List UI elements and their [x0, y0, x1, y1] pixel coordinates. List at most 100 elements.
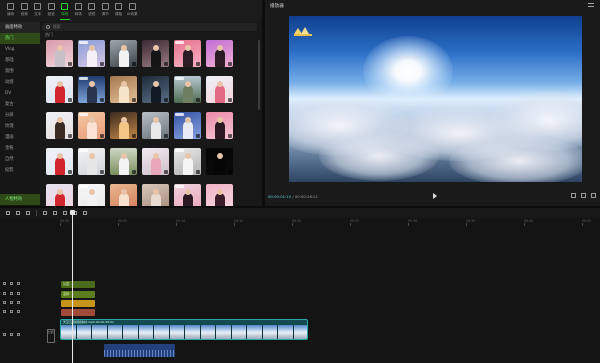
time-ruler[interactable]: 00:00 00:05 00:10 00:15 00:20 00:25 00:30 00:35…	[60, 218, 600, 227]
lock-icon[interactable]	[3, 333, 6, 336]
download-icon[interactable]	[196, 170, 200, 174]
tool-ai[interactable]: AI效果	[126, 0, 140, 22]
effect-tile[interactable]	[110, 40, 137, 67]
audio-clip[interactable]	[104, 344, 175, 357]
adjust-clip[interactable]	[61, 309, 95, 316]
effect-tile[interactable]	[78, 40, 105, 67]
eye-icon[interactable]	[10, 292, 13, 295]
effect-tile[interactable]	[174, 76, 201, 103]
download-icon[interactable]	[100, 170, 104, 174]
mute-icon[interactable]	[17, 301, 20, 304]
download-icon[interactable]	[100, 98, 104, 102]
lock-icon[interactable]	[3, 310, 6, 313]
effect-tile[interactable]	[110, 112, 137, 139]
tool-audio[interactable]: 音频	[18, 0, 32, 22]
download-icon[interactable]	[100, 62, 104, 66]
effect-tile[interactable]	[78, 76, 105, 103]
download-icon[interactable]	[164, 62, 168, 66]
tool-filter[interactable]: 滤镜	[85, 0, 99, 22]
effect-tile[interactable]	[174, 112, 201, 139]
mute-icon[interactable]	[17, 282, 20, 285]
delete-left-icon[interactable]	[53, 211, 57, 215]
category-person-effects[interactable]: 人物特效	[0, 194, 40, 205]
download-icon[interactable]	[228, 134, 232, 138]
download-icon[interactable]	[68, 98, 72, 102]
mute-icon[interactable]	[17, 310, 20, 313]
library-scrollbar[interactable]	[258, 40, 260, 110]
delete-right-icon[interactable]	[63, 211, 67, 215]
tool-adjust[interactable]: 调节	[99, 0, 113, 22]
mute-icon[interactable]	[17, 292, 20, 295]
category-item[interactable]: 纹理	[0, 121, 40, 132]
effect-tile[interactable]	[206, 184, 233, 206]
download-icon[interactable]	[196, 134, 200, 138]
tool-transition[interactable]: 转场	[72, 0, 86, 22]
effect-tile[interactable]	[142, 112, 169, 139]
download-icon[interactable]	[196, 62, 200, 66]
download-icon[interactable]	[164, 98, 168, 102]
download-icon[interactable]	[164, 170, 168, 174]
category-item[interactable]: 分屏	[0, 110, 40, 121]
effect-tile[interactable]	[78, 112, 105, 139]
effect-tile[interactable]	[110, 76, 137, 103]
effect-tile[interactable]	[142, 76, 169, 103]
play-icon[interactable]	[433, 193, 437, 199]
fullscreen-icon[interactable]	[581, 193, 586, 198]
mute-icon[interactable]	[17, 333, 20, 336]
effect-clip[interactable]: 金粉	[61, 291, 95, 298]
download-icon[interactable]	[100, 134, 104, 138]
download-icon[interactable]	[164, 134, 168, 138]
effect-tile[interactable]	[206, 76, 233, 103]
lock-icon[interactable]	[3, 282, 6, 285]
download-icon[interactable]	[132, 170, 136, 174]
effect-tile[interactable]	[206, 40, 233, 67]
filter-clip[interactable]	[61, 300, 95, 307]
effect-tile[interactable]	[142, 40, 169, 67]
select-tool-icon[interactable]	[6, 211, 10, 215]
effect-tile[interactable]	[110, 184, 137, 206]
expand-icon[interactable]	[591, 193, 596, 198]
menu-icon[interactable]	[588, 3, 594, 7]
effect-tile[interactable]	[46, 40, 73, 67]
download-icon[interactable]	[132, 134, 136, 138]
category-item[interactable]: Vlog	[0, 44, 40, 55]
search-bar[interactable]: 搜索	[42, 23, 257, 31]
category-item[interactable]: 金粉	[0, 143, 40, 154]
eye-icon[interactable]	[10, 333, 13, 336]
tool-template[interactable]: 模板	[112, 0, 126, 22]
search-input[interactable]: 搜索	[53, 24, 61, 30]
effect-tile[interactable]	[78, 148, 105, 175]
tool-sticker[interactable]: 贴纸	[45, 0, 59, 22]
eye-icon[interactable]	[10, 310, 13, 313]
effect-tile[interactable]	[46, 184, 73, 206]
category-item[interactable]: 复古	[0, 99, 40, 110]
timeline[interactable]: 00:00 00:05 00:10 00:15 00:20 00:25 00:30 00:35…	[0, 218, 600, 363]
tool-effects[interactable]: 特效	[58, 0, 72, 22]
category-item[interactable]: 氛围	[0, 66, 40, 77]
freeze-icon[interactable]	[83, 211, 87, 215]
tool-media[interactable]: 媒体	[4, 0, 18, 22]
download-icon[interactable]	[68, 170, 72, 174]
effect-tile[interactable]	[174, 40, 201, 67]
eye-icon[interactable]	[10, 301, 13, 304]
ratio-icon[interactable]	[571, 193, 576, 198]
download-icon[interactable]	[228, 98, 232, 102]
effect-clip[interactable]: 氛围	[61, 281, 95, 288]
effect-tile[interactable]	[174, 184, 201, 206]
tool-text[interactable]: 文本	[31, 0, 45, 22]
category-item[interactable]: 热门	[0, 33, 40, 44]
redo-icon[interactable]	[26, 211, 30, 215]
effect-tile[interactable]	[142, 148, 169, 175]
download-icon[interactable]	[68, 62, 72, 66]
category-item[interactable]: 投影	[0, 165, 40, 176]
effect-tile[interactable]	[78, 184, 105, 206]
download-icon[interactable]	[228, 62, 232, 66]
category-item[interactable]: DV	[0, 88, 40, 99]
video-clip[interactable]: 天空云层视频素材.mp4 00:00:28:21	[60, 319, 308, 340]
effect-tile[interactable]	[174, 148, 201, 175]
split-icon[interactable]	[43, 211, 47, 215]
effect-tile[interactable]	[142, 184, 169, 206]
cover-button[interactable]: 封面	[47, 329, 55, 343]
effect-tile[interactable]	[206, 148, 233, 175]
download-icon[interactable]	[68, 134, 72, 138]
